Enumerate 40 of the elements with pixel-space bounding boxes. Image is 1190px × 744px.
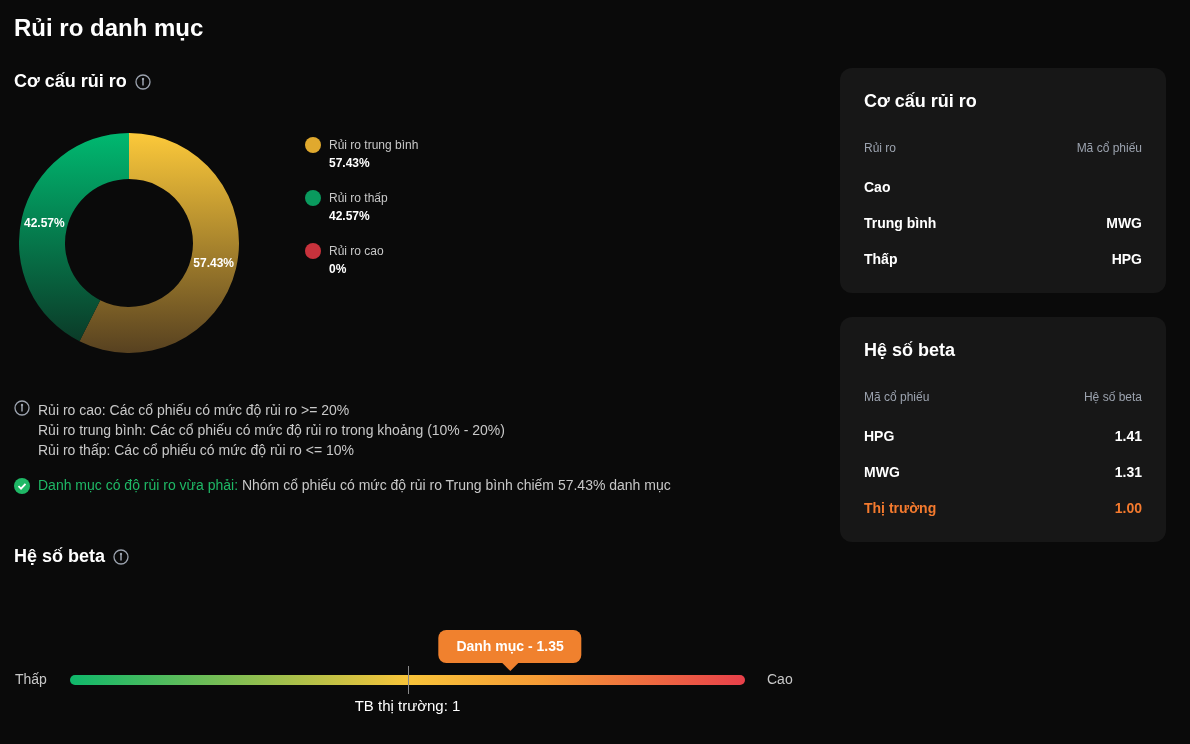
table-cell-text: 1.41 (1114, 426, 1142, 446)
slice-label: 42.57% (24, 215, 65, 230)
portfolio-tooltip: Danh mục - 1.35 (438, 629, 582, 663)
legend-value: 57.43% (329, 155, 371, 172)
card-title: Hệ số beta (864, 339, 957, 362)
scale-low-label: Thấp (14, 670, 48, 689)
page-title: Rủi ro danh mục (14, 13, 205, 43)
risk-note: Rủi ro trung bình: Các cổ phiếu có mức độ rủi ro trong khoảng (10% - 20%) (38, 421, 505, 440)
table-cell-text: MWG (1106, 213, 1142, 233)
check-circle-icon (14, 477, 30, 494)
legend-label: Rủi ro trung bình (329, 137, 419, 154)
column-header: Rủi ro (864, 140, 896, 157)
section-title: Cơ cấu rủi ro (14, 70, 127, 93)
column-header: Mã cổ phiếu (1076, 140, 1142, 157)
legend-value: 0% (329, 261, 348, 278)
table-cell-text: HPG (864, 426, 895, 446)
info-icon[interactable] (14, 400, 30, 416)
legend-value: 42.57% (329, 208, 371, 225)
table-cell-text: HPG (1111, 249, 1142, 269)
column-header: Mã cổ phiếu (864, 389, 930, 406)
table-cell-text: Thị trường (864, 498, 937, 518)
table-cell-text: Trung bình (864, 213, 937, 233)
assessment-text: Danh mục có độ rủi ro vừa phải: Nhóm cổ phiếu có mức độ rủi ro Trung bình chiếm 57.43% danh mục (38, 476, 671, 495)
market-average-label: TB thị trường: 1 (354, 695, 461, 716)
legend-label: Rủi ro cao (329, 243, 384, 260)
column-header: Hệ số beta (1083, 389, 1142, 406)
info-icon[interactable] (134, 73, 151, 90)
risk-note: Rủi ro thấp: Các cổ phiếu có mức độ rủi ro <= 10% (38, 441, 355, 460)
table-cell-text: Cao (864, 177, 891, 197)
legend-label: Rủi ro thấp (329, 190, 388, 207)
risk-note: Rủi ro cao: Các cổ phiếu có mức độ rủi ro >= 20% (38, 401, 351, 420)
table-cell-text: 1.31 (1114, 462, 1142, 482)
card-title: Cơ cấu rủi ro (864, 90, 978, 113)
scale-high-label: Cao (767, 670, 793, 689)
info-icon[interactable] (113, 548, 130, 565)
section-title: Hệ số beta (14, 545, 106, 568)
table-cell-text: Thấp (864, 249, 898, 269)
table-cell-text: MWG (864, 462, 900, 482)
slice-label: 57.43% (193, 256, 234, 271)
table-cell-text: 1.00 (1114, 498, 1142, 518)
